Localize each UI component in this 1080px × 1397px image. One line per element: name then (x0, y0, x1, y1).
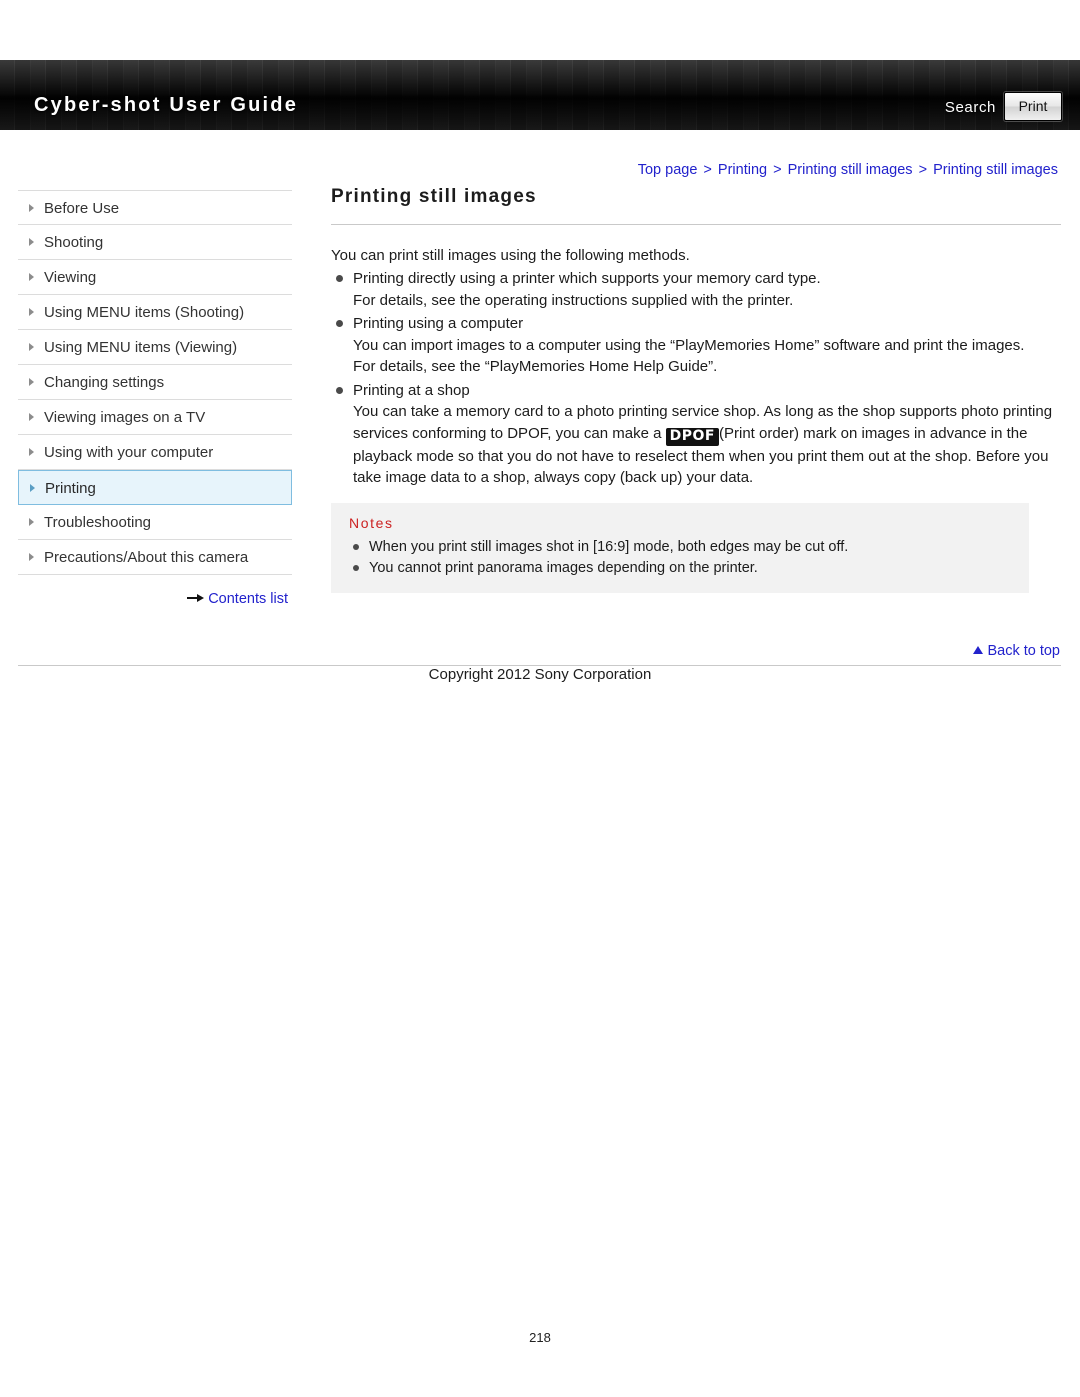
sidebar-item-using-menu-items-viewing[interactable]: Using MENU items (Viewing) (18, 330, 292, 365)
breadcrumb-item-printing[interactable]: Printing (718, 162, 767, 178)
sidebar-item-label: Using with your computer (44, 444, 214, 461)
main-content: Printing still images You can print stil… (331, 186, 1061, 593)
sidebar-item-changing-settings[interactable]: Changing settings (18, 365, 292, 400)
sidebar-item-viewing-images-on-a-tv[interactable]: Viewing images on a TV (18, 400, 292, 435)
sidebar-item-using-menu-items-shooting[interactable]: Using MENU items (Shooting) (18, 295, 292, 330)
sidebar-item-label: Viewing images on a TV (44, 409, 206, 426)
sidebar-item-label: Changing settings (44, 374, 165, 391)
note-item-label: You cannot print panorama images dependi… (369, 559, 758, 576)
note-item-label: When you print still images shot in [16:… (369, 538, 849, 555)
chevron-right-icon (30, 484, 35, 492)
print-button[interactable]: Print (1004, 92, 1062, 121)
chevron-right-icon (29, 273, 34, 281)
intro-text: You can print still images using the fol… (331, 247, 690, 264)
breadcrumb-separator: > (773, 162, 782, 178)
chevron-right-icon (29, 518, 34, 526)
method-computer: Printing using a computer You can import… (331, 313, 1061, 378)
chevron-right-icon (29, 553, 34, 561)
breadcrumb-separator: > (918, 162, 928, 178)
search-link[interactable]: Search (945, 99, 996, 116)
method-head: Printing at a shop (331, 380, 1061, 402)
chevron-right-icon (29, 238, 34, 246)
sidebar-item-before-use[interactable]: Before Use (18, 190, 292, 225)
arrow-right-icon (187, 594, 205, 602)
sidebar-item-shooting[interactable]: Shooting (18, 225, 292, 260)
sidebar-item-label: Troubleshooting (44, 514, 152, 531)
method-head-label: Printing directly using a printer which … (353, 270, 821, 287)
triangle-up-icon (973, 646, 984, 654)
method-head-label: Printing at a shop (353, 381, 470, 399)
breadcrumb-item-current[interactable]: Printing still images (933, 162, 1058, 178)
breadcrumb-separator: > (703, 162, 712, 178)
chevron-right-icon (29, 378, 34, 386)
breadcrumb: Top page > Printing > Printing still ima… (638, 162, 1058, 178)
chevron-right-icon (29, 448, 34, 456)
sidebar-item-using-with-your-computer[interactable]: Using with your computer (18, 435, 292, 470)
method-printer-direct: Printing directly using a printer which … (331, 268, 1061, 311)
sidebar-item-label: Precautions/About this camera (44, 549, 249, 566)
sidebar-item-label: Using MENU items (Shooting) (44, 304, 245, 321)
bullet-icon (336, 386, 343, 394)
notes-title: Notes (349, 514, 394, 531)
sidebar-item-troubleshooting[interactable]: Troubleshooting (18, 505, 292, 540)
chevron-right-icon (29, 204, 34, 212)
copyright-text: Copyright 2012 Sony Corporation (428, 666, 652, 683)
bullet-icon (336, 320, 343, 327)
method-head: Printing directly using a printer which … (331, 268, 1061, 290)
chevron-right-icon (29, 413, 34, 421)
note-item: When you print still images shot in [16:… (349, 537, 1015, 558)
dpof-icon: DPOF (665, 427, 719, 446)
sidebar-item-label: Before Use (44, 200, 120, 217)
note-item: You cannot print panorama images dependi… (349, 558, 1015, 579)
sidebar-item-label: Printing (45, 480, 96, 497)
contents-list-link[interactable]: Contents list (18, 591, 292, 607)
page-number: 218 (529, 1330, 551, 1345)
sidebar-item-printing[interactable]: Printing (18, 470, 292, 505)
notes-box: Notes When you print still images shot i… (331, 502, 1029, 593)
chevron-right-icon (29, 308, 34, 316)
bullet-icon (353, 543, 359, 550)
bullet-icon (353, 564, 359, 571)
back-to-top-link[interactable]: Back to top (973, 643, 1060, 659)
page-title-banner: Cyber-shot User Guide (34, 94, 299, 116)
sidebar-item-label: Using MENU items (Viewing) (44, 339, 238, 356)
breadcrumb-item-top-page[interactable]: Top page (638, 162, 698, 178)
method-body: You can take a memory card to a photo pr… (331, 401, 1061, 489)
sidebar-item-precautions-about-this-camera[interactable]: Precautions/About this camera (18, 540, 292, 575)
header-banner: Cyber-shot User Guide Search Print (0, 60, 1080, 130)
sidebar-item-label: Shooting (44, 234, 104, 251)
chevron-right-icon (29, 343, 34, 351)
method-shop: Printing at a shop You can take a memory… (331, 380, 1061, 489)
sidebar: Before Use Shooting Viewing Using MENU i… (18, 190, 292, 607)
sidebar-item-label: Viewing (44, 269, 97, 286)
bullet-icon (336, 275, 343, 282)
method-body: You can import images to a computer usin… (353, 336, 1025, 376)
breadcrumb-item-printing-still-images[interactable]: Printing still images (788, 162, 913, 178)
sidebar-item-viewing[interactable]: Viewing (18, 260, 292, 295)
method-body: For details, see the operating instructi… (353, 291, 794, 309)
page-title: Printing still images (331, 186, 1061, 225)
contents-list-label: Contents list (208, 591, 288, 607)
back-to-top-label: Back to top (987, 643, 1060, 659)
method-head: Printing using a computer (331, 313, 1061, 335)
method-head-label: Printing using a computer (353, 315, 524, 332)
